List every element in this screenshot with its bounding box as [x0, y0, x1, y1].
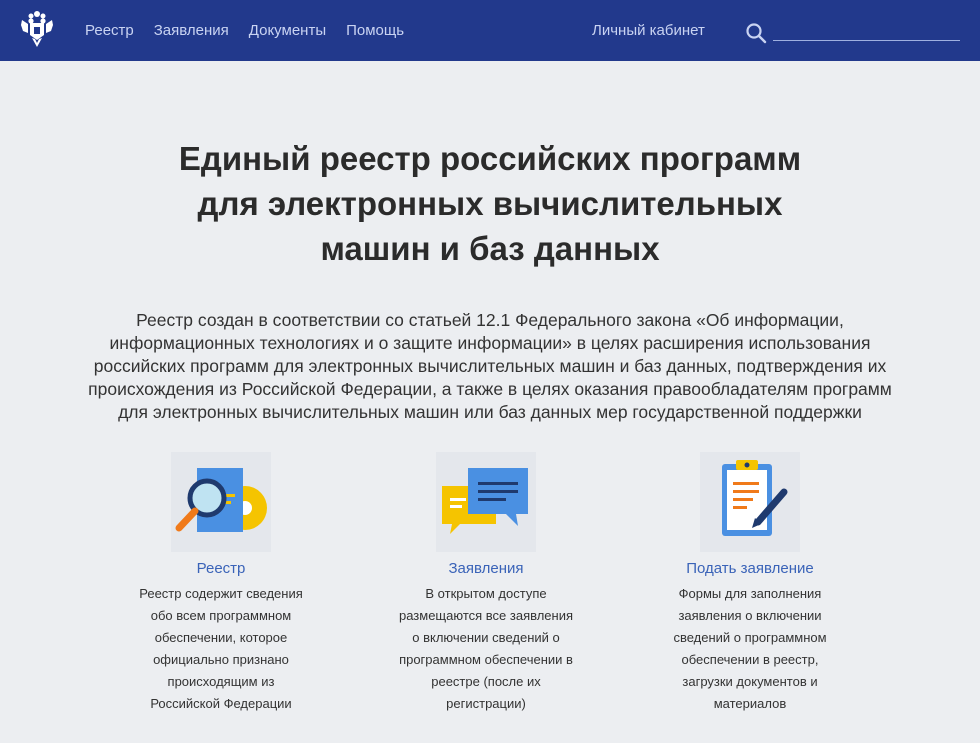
card-submit-application: Подать заявление Формы для заполнения за… — [645, 452, 855, 715]
card-description: Реестр содержит сведения обо всем програ… — [116, 583, 326, 715]
nav-item-documents[interactable]: Документы — [249, 22, 326, 39]
intro-line: российских программ для электронных вычи… — [93, 356, 887, 376]
card-desc-line: В открытом доступе — [425, 586, 547, 601]
card-desc-line: Реестр содержит сведения — [139, 586, 303, 601]
intro-line: информационных технологиях и о защите ин… — [109, 333, 871, 353]
page-title: Единый реестр российских программ для эл… — [140, 136, 840, 271]
card-desc-line: Российской Федерации — [150, 696, 292, 711]
search-input[interactable] — [773, 20, 960, 41]
intro-line: Реестр создан в соответствии со статьей … — [136, 310, 844, 330]
card-applications: Заявления В открытом доступе размещаются… — [381, 452, 591, 715]
card-description: Формы для заполнения заявления о включен… — [645, 583, 855, 715]
page-title-line: машин и баз данных — [320, 230, 660, 267]
card-desc-line: регистрации) — [446, 696, 526, 711]
card-title-registry[interactable]: Реестр — [116, 560, 326, 577]
page-title-line: для электронных вычислительных — [197, 185, 783, 222]
card-registry: Реестр Реестр содержит сведения обо всем… — [116, 452, 326, 715]
card-desc-line: загрузки документов и — [682, 674, 818, 689]
messages-icon[interactable] — [436, 452, 536, 552]
card-desc-line: материалов — [713, 696, 787, 711]
card-description: В открытом доступе размещаются все заявл… — [381, 583, 591, 715]
nav-item-help[interactable]: Помощь — [346, 22, 404, 39]
clipboard-pen-icon[interactable] — [700, 452, 800, 552]
intro-line: для электронных вычислительных машин или… — [118, 402, 862, 422]
card-desc-line: обеспечении в реестр, — [681, 652, 819, 667]
card-desc-line: обеспечении, которое — [154, 630, 288, 645]
coat-of-arms-icon[interactable] — [20, 11, 54, 49]
card-desc-line: реестре (после их — [431, 674, 541, 689]
search-icon[interactable] — [745, 22, 767, 44]
top-navigation-bar: Реестр Заявления Документы Помощь Личный… — [0, 0, 980, 61]
card-desc-line: обо всем программном — [150, 608, 292, 623]
intro-paragraph: Реестр создан в соответствии со статьей … — [55, 309, 925, 424]
nav-item-registry[interactable]: Реестр — [85, 22, 134, 39]
card-title-applications[interactable]: Заявления — [381, 560, 591, 577]
intro-line: происхождения из Российской Федерации, а… — [88, 379, 892, 399]
card-desc-line: происходящим из — [167, 674, 275, 689]
main-nav: Реестр Заявления Документы Помощь — [85, 0, 424, 61]
card-desc-line: официально признано — [153, 652, 289, 667]
personal-cabinet-link[interactable]: Личный кабинет — [592, 22, 705, 39]
registry-icon[interactable] — [171, 452, 271, 552]
card-desc-line: заявления о включении — [678, 608, 822, 623]
page-title-line: Единый реестр российских программ — [178, 140, 802, 177]
nav-item-applications[interactable]: Заявления — [154, 22, 229, 39]
card-desc-line: о включении сведений о — [412, 630, 560, 645]
card-desc-line: программном обеспечении в — [399, 652, 573, 667]
card-desc-line: сведений о программном — [673, 630, 827, 645]
card-title-submit-application[interactable]: Подать заявление — [645, 560, 855, 577]
card-desc-line: Формы для заполнения — [678, 586, 822, 601]
card-desc-line: размещаются все заявления — [398, 608, 574, 623]
